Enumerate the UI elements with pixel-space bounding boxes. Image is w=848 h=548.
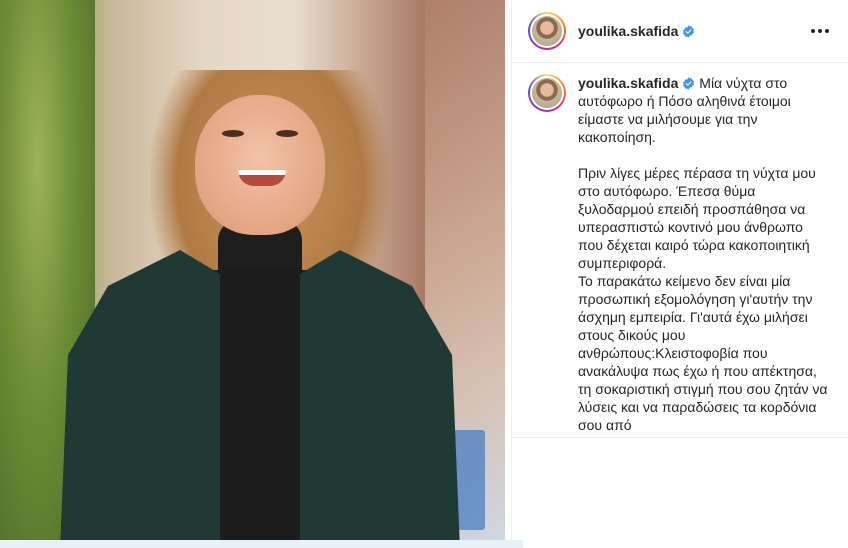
post-side-panel: youlika.skafida youlika.skafida Μία νύχτ…	[511, 0, 848, 548]
avatar-image	[530, 14, 564, 48]
caption-paragraph-2: Πριν λίγες μέρες πέρασα τη νύχτα μου στο…	[578, 165, 816, 271]
verified-badge-icon	[683, 24, 695, 38]
more-options-icon[interactable]	[811, 22, 829, 40]
caption-username[interactable]: youlika.skafida	[578, 75, 678, 91]
post-photo[interactable]	[0, 0, 505, 540]
caption-verified-badge-icon	[683, 77, 695, 90]
post-header: youlika.skafida	[512, 0, 848, 63]
photo-eye-left	[222, 130, 244, 137]
header-username[interactable]: youlika.skafida	[578, 23, 678, 39]
photo-face	[195, 95, 325, 235]
caption-avatar[interactable]	[528, 74, 566, 112]
avatar[interactable]	[528, 12, 566, 50]
bottom-edge-strip	[0, 540, 523, 548]
instagram-post: youlika.skafida youlika.skafida Μία νύχτ…	[0, 0, 848, 548]
comments-area	[512, 438, 848, 548]
caption-section: youlika.skafida Μία νύχτα στο αυτόφωρο ή…	[512, 64, 848, 438]
caption-paragraph-3: Το παρακάτω κείμενο δεν είναι μία προσωπ…	[578, 273, 828, 433]
caption-text: youlika.skafida Μία νύχτα στο αυτόφωρο ή…	[578, 74, 828, 438]
photo-eye-right	[276, 130, 298, 137]
caption-avatar-image	[530, 76, 564, 110]
